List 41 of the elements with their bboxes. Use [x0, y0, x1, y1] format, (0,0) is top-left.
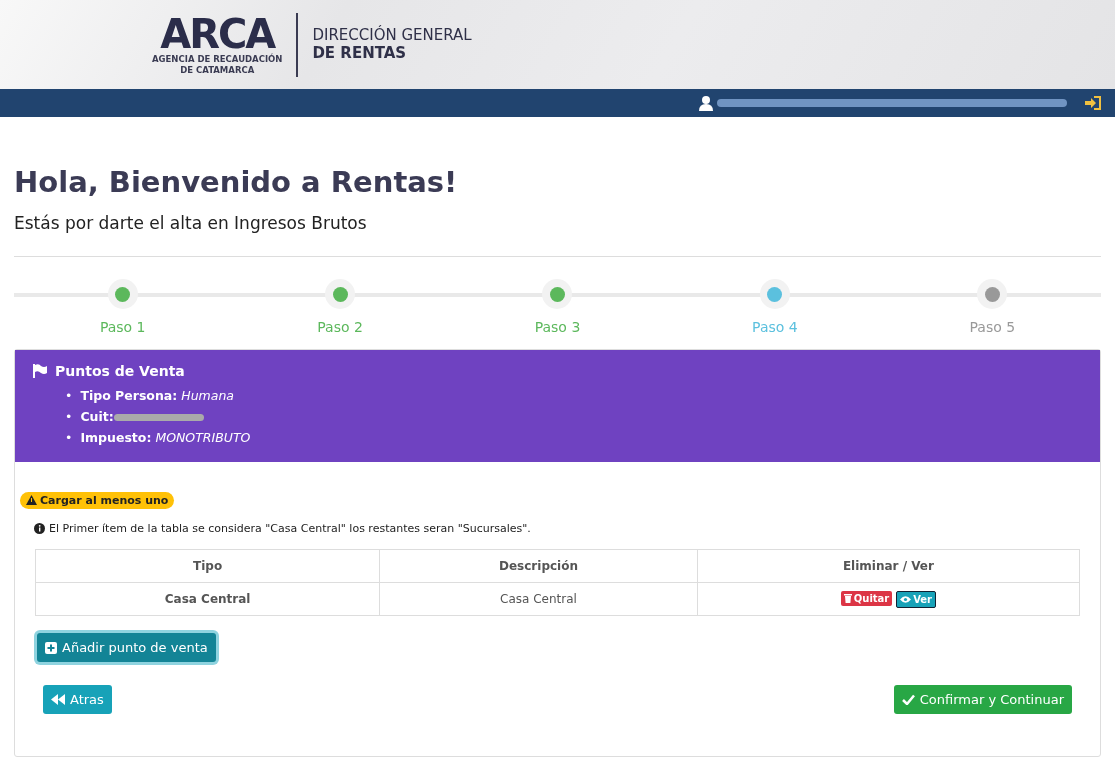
panel-title: Puntos de Venta [55, 363, 185, 379]
check-icon [901, 694, 915, 705]
back-button[interactable]: Atras [43, 685, 112, 714]
trash-icon [843, 593, 852, 603]
flag-icon [33, 364, 47, 378]
bullet: • [65, 429, 73, 447]
add-button[interactable]: Añadir punto de venta [37, 633, 216, 662]
detail-item: Impuesto: MONOTRIBUTO [80, 429, 251, 447]
warning-badge: Cargar al menos uno [20, 491, 175, 509]
warning-icon [26, 495, 37, 505]
user-icon [699, 95, 713, 111]
column-header: Descripción [379, 549, 698, 583]
plus-icon [45, 641, 57, 654]
step-label: Paso 4 [752, 319, 798, 335]
confirm-button[interactable]: Confirmar y Continuar [893, 685, 1072, 714]
info-icon [34, 523, 45, 534]
org-name: DIRECCIÓN GENERAL [312, 27, 472, 45]
logo-text: ARCA [160, 14, 275, 55]
column-header: Tipo [35, 549, 380, 583]
rewind-icon [51, 694, 65, 705]
eye-icon [900, 595, 912, 603]
table-cell: Casa Central [35, 582, 380, 616]
bullet: • [65, 408, 73, 426]
info-note: El Primer ítem de la tabla se considera "Casa Central" los restantes seran "Sucursales". [49, 522, 531, 535]
page-title: Hola, Bienvenido a Rentas! [14, 164, 459, 199]
column-header: Eliminar / Ver [697, 549, 1080, 583]
org-name-bold: DE RENTAS [312, 44, 408, 62]
sign-in-icon[interactable] [1085, 96, 1101, 110]
agency-place: DE CATAMARCA [180, 64, 255, 75]
table-cell: Casa Central [379, 582, 698, 616]
step-label: Paso 5 [969, 319, 1016, 335]
page-subtitle: Estás por darte el alta en Ingresos Brutos [14, 213, 368, 233]
agency-name: AGENCIA DE RECAUDACIÓN [152, 54, 283, 65]
step-label: Paso 3 [534, 319, 581, 335]
step-label: Paso 1 [99, 319, 146, 335]
step-label: Paso 2 [317, 319, 363, 335]
bullet: • [65, 387, 73, 405]
detail-item: Tipo Persona: Humana [80, 387, 234, 405]
view-button[interactable]: Ver [896, 590, 937, 608]
detail-label: Cuit: [80, 409, 114, 424]
remove-button[interactable]: Quitar [840, 590, 893, 606]
